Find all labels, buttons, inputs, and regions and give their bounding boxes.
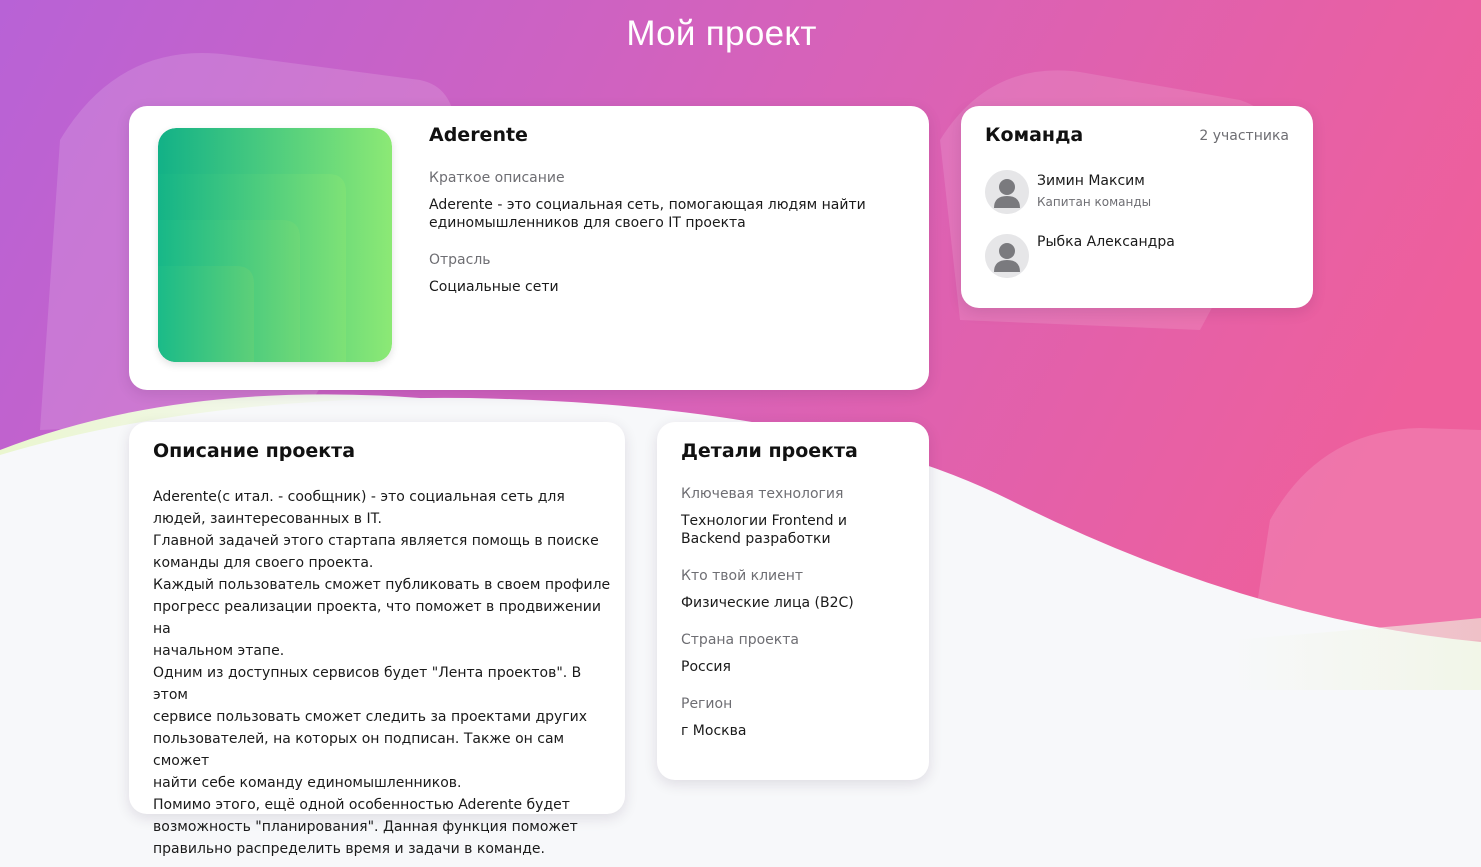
description-line: правильно распределить время и задачи в … [153,841,545,857]
project-page: Мой проект Aderente Краткое описание Ade… [0,0,1481,867]
description-text: Aderente(с итал. - сообщник) - это социа… [153,486,613,860]
team-member-name-2[interactable]: Рыбка Александра [1037,234,1175,250]
country-label: Страна проекта [681,632,799,648]
description-line: Каждый пользователь сможет публиковать в… [153,577,611,593]
description-line: Одним из доступных сервисов будет "Лента… [153,665,582,703]
industry-label: Отрасль [429,252,491,268]
region-value: г Москва [681,723,747,739]
description-line: возможность "планирования". Данная функц… [153,819,578,835]
user-avatar-icon [985,170,1029,214]
user-avatar-icon [985,234,1029,278]
technology-label: Ключевая технология [681,486,844,502]
description-line: Aderente(с итал. - сообщник) - это социа… [153,489,565,505]
avatar[interactable] [985,170,1029,214]
description-line: начальном этапе. [153,643,285,659]
page-title: Мой проект [626,14,817,53]
client-label: Кто твой клиент [681,568,804,584]
technology-value-line-2: Backend разработки [681,531,831,547]
description-line: Главной задачей этого стартапа является … [153,533,599,549]
description-title: Описание проекта [153,440,356,462]
technology-value-line-1: Технологии Frontend и [681,513,848,529]
description-line: пользователей, на которых он подписан. Т… [153,731,565,769]
description-line: людей, заинтересованных в IT. [153,511,382,527]
team-title: Команда [985,124,1084,146]
project-name: Aderente [429,124,528,146]
short-description-line-2: единомышленников для своего IT проекта [429,215,746,231]
team-member-role-1: Капитан команды [1037,195,1152,209]
description-line: прогресс реализации проекта, что поможет… [153,599,601,637]
project-logo [158,128,392,362]
description-line: сервисе пользовать сможет следить за про… [153,709,588,725]
description-line: команды для своего проекта. [153,555,374,571]
team-member-name-1[interactable]: Зимин Максим [1037,173,1145,189]
region-label: Регион [681,696,733,712]
description-line: найти себе команду единомышленников. [153,775,462,791]
short-description-line-1: Aderente - это социальная сеть, помогающ… [429,197,866,213]
country-value: Россия [681,659,731,675]
short-description-label: Краткое описание [429,170,565,186]
details-title: Детали проекта [681,440,858,462]
avatar[interactable] [985,234,1029,278]
industry-value: Социальные сети [429,279,559,295]
client-value: Физические лица (B2C) [681,595,854,611]
description-line: Помимо этого, ещё одной особенностью Ade… [153,797,570,813]
team-count: 2 участника [1199,128,1289,144]
